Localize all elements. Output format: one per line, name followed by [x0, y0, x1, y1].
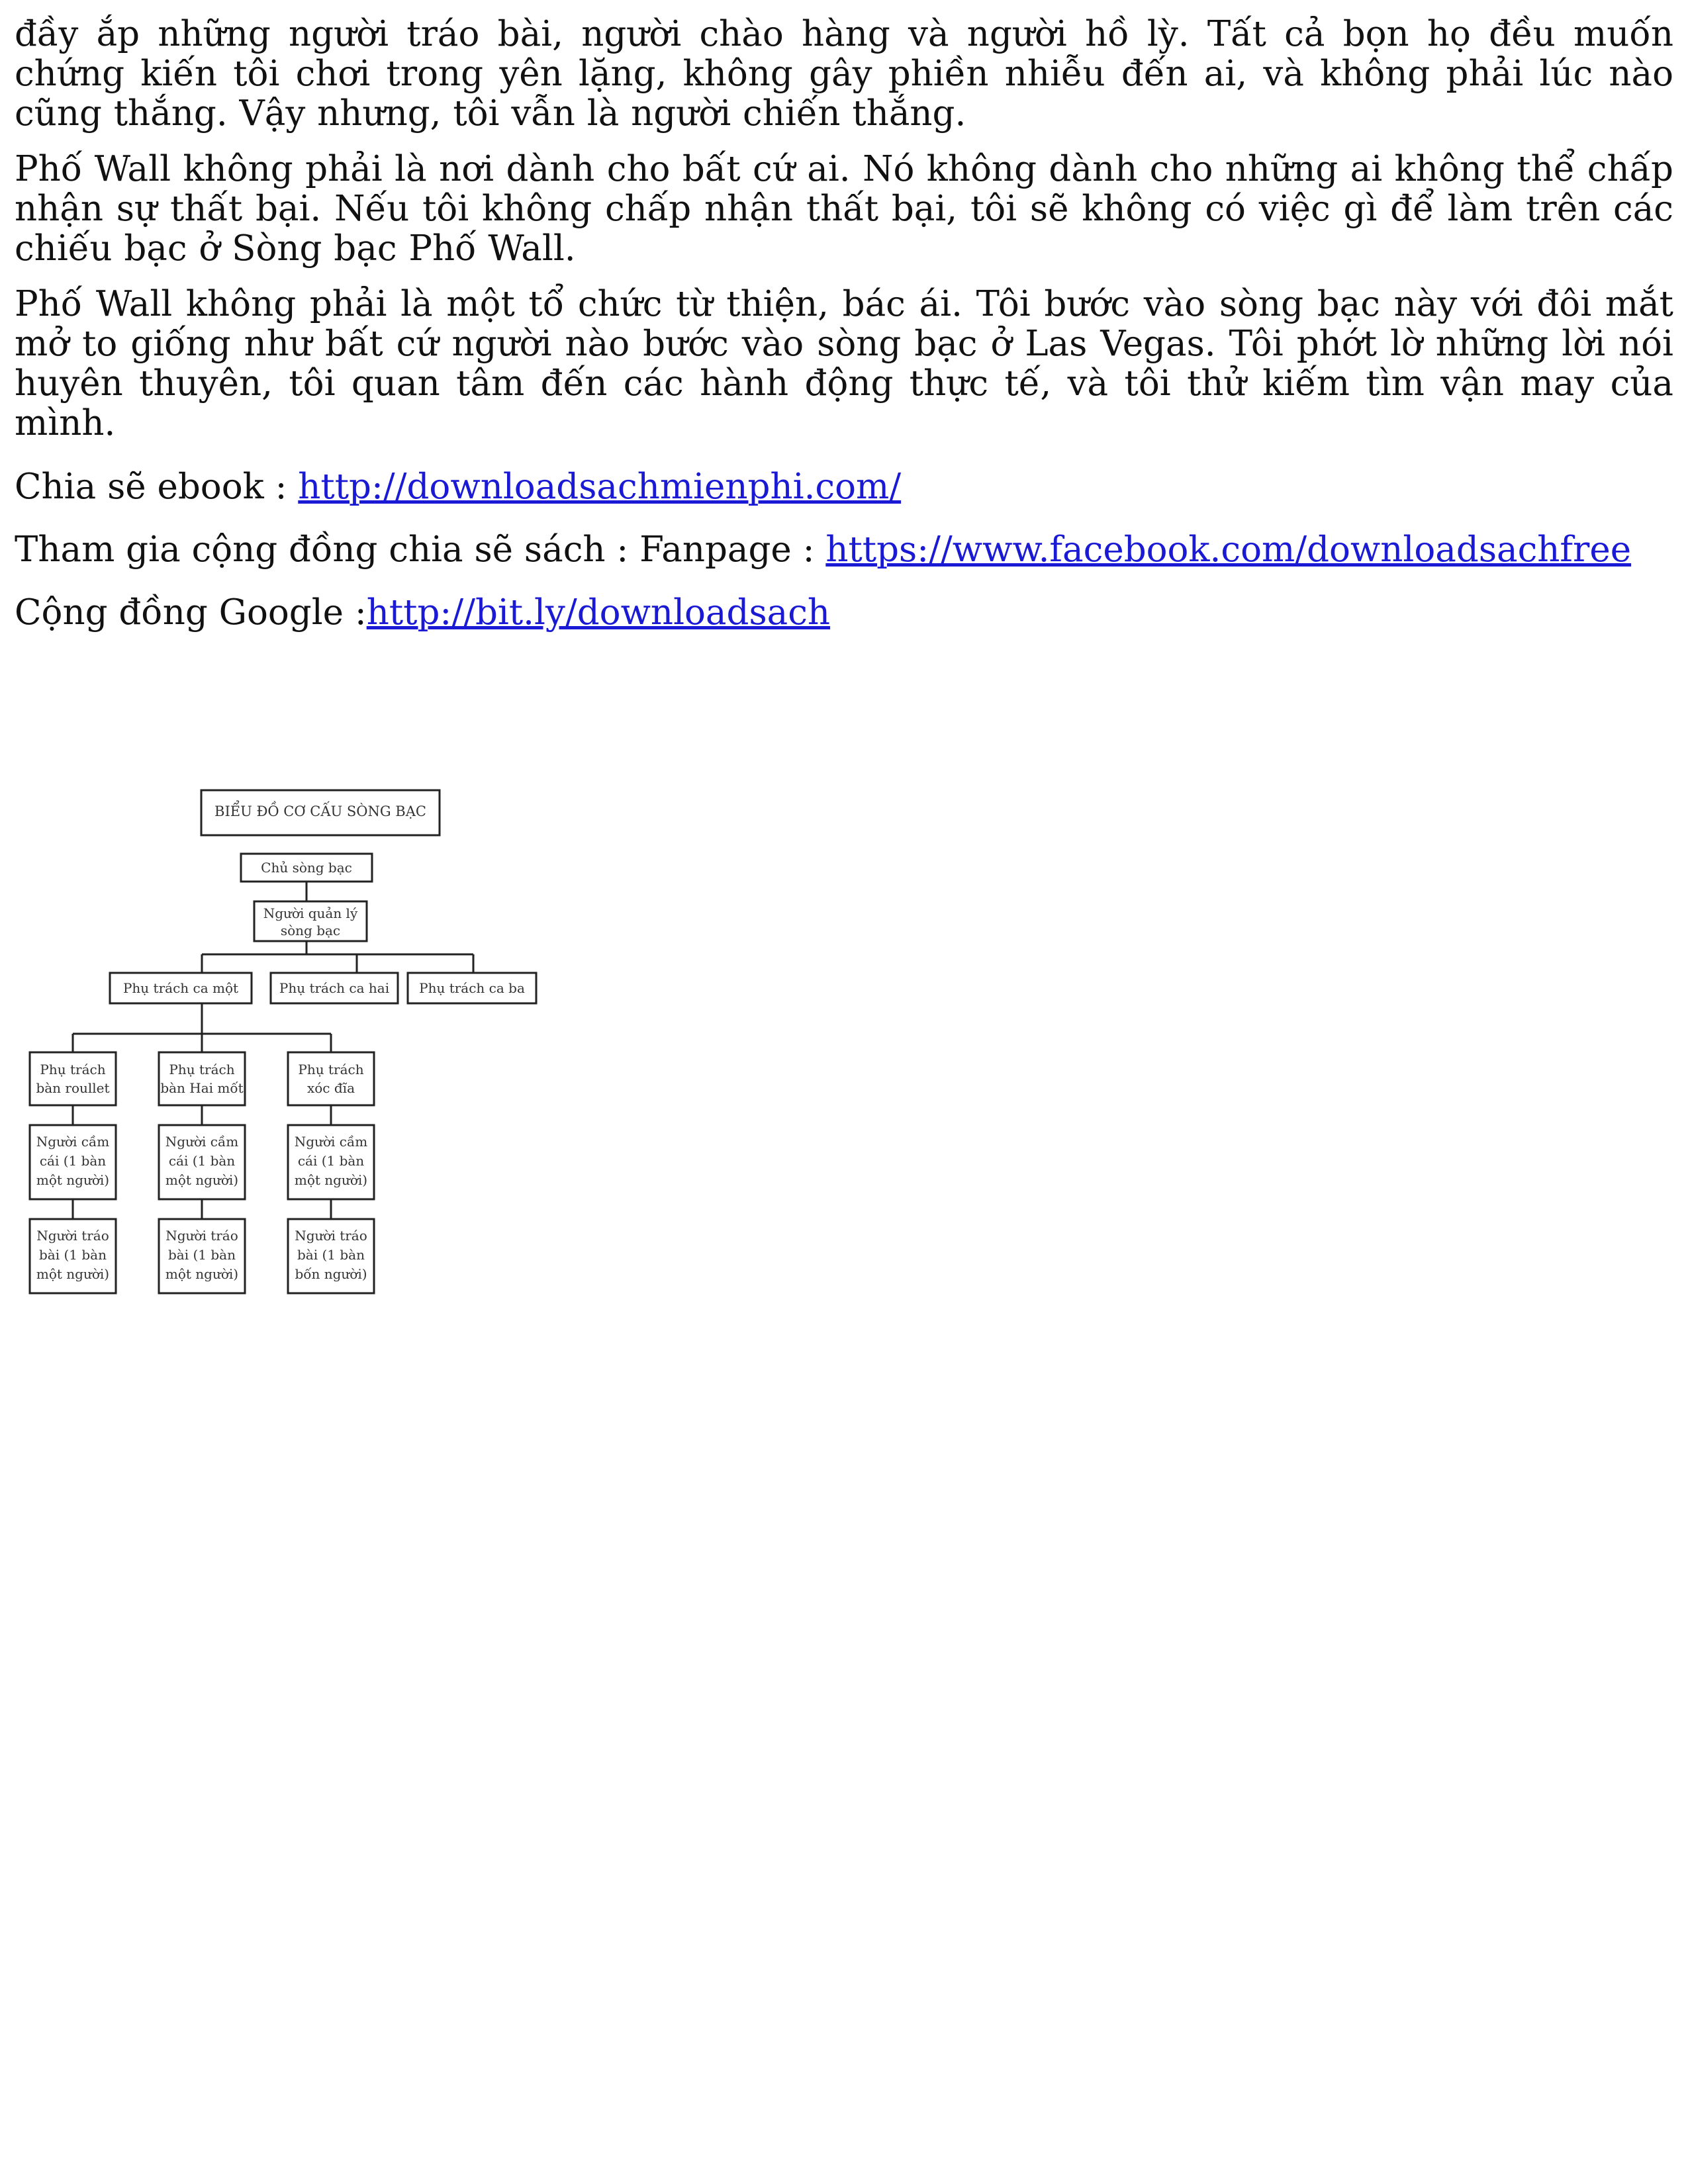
shuffler-line: bài (1 bàn	[168, 1247, 236, 1263]
shuffler-node: Người tráo bài (1 bàn bốn người)	[287, 1218, 375, 1295]
shuffler-line: bài (1 bàn	[39, 1247, 107, 1263]
google-community-label: Cộng đồng Google :	[15, 592, 367, 633]
dealer-line: cái (1 bàn	[40, 1153, 106, 1169]
dealer-line: Người cầm	[36, 1134, 109, 1150]
google-community-link[interactable]: http://bit.ly/downloadsach	[367, 592, 830, 633]
shift-label: Phụ trách ca hai	[279, 980, 389, 996]
shuffler-line: Người tráo	[295, 1228, 367, 1244]
dealer-line: cái (1 bàn	[298, 1153, 364, 1169]
table-supervisor-line: xóc đĩa	[307, 1080, 355, 1096]
dealer-line: một người)	[295, 1172, 367, 1188]
org-chart-title-box: BIỂU ĐỒ CƠ CẤU SÒNG BẠC	[200, 789, 441, 837]
dealer-node: Người cầm cái (1 bàn một người)	[158, 1124, 246, 1201]
dealer-line: một người)	[165, 1172, 238, 1188]
ebook-site-link[interactable]: http://downloadsachmienphi.com/	[298, 467, 901, 507]
share-links: Chia sẽ ebook : http://downloadsachmienp…	[15, 467, 1673, 633]
shuffler-node: Người tráo bài (1 bàn một người)	[158, 1218, 246, 1295]
google-community-line: Cộng đồng Google :http://bit.ly/download…	[15, 593, 1673, 633]
table-supervisor-line: bàn roullet	[36, 1080, 109, 1096]
facebook-fanpage-link[interactable]: https://www.facebook.com/downloadsachfre…	[825, 529, 1631, 570]
dealer-line: Người cầm	[165, 1134, 238, 1150]
shift-label: Phụ trách ca một	[123, 980, 238, 996]
manager-node: Người quản lý sòng bạc	[253, 900, 368, 942]
fanpage-line: Tham gia cộng đồng chia sẽ sách : Fanpag…	[15, 530, 1673, 570]
dealer-line: một người)	[36, 1172, 109, 1188]
org-chart: BIỂU ĐỒ CƠ CẤU SÒNG BẠC Chủ sòng bạc Ngư…	[26, 781, 549, 1310]
ebook-share-label: Chia sẽ ebook :	[15, 467, 299, 507]
shuffler-line: bài (1 bàn	[297, 1247, 365, 1263]
shift-node: Phụ trách ca một	[109, 972, 253, 1005]
paragraph: đầy ắp những người tráo bài, người chào …	[15, 14, 1673, 134]
manager-label-line: Người quản lý	[263, 905, 358, 921]
shift-label: Phụ trách ca ba	[419, 980, 525, 996]
table-supervisor-node: Phụ trách bàn Hai mốt	[158, 1051, 246, 1107]
org-chart-title: BIỂU ĐỒ CƠ CẤU SÒNG BẠC	[214, 801, 426, 819]
table-supervisor-line: Phụ trách	[298, 1062, 363, 1077]
document-page: đầy ắp những người tráo bài, người chào …	[15, 15, 1673, 656]
shift-node: Phụ trách ca hai	[269, 972, 399, 1005]
shuffler-line: một người)	[165, 1266, 238, 1282]
owner-label: Chủ sòng bạc	[261, 860, 352, 876]
fanpage-label: Tham gia cộng đồng chia sẽ sách : Fanpag…	[15, 529, 826, 570]
table-supervisor-node: Phụ trách bàn roullet	[28, 1051, 117, 1107]
paragraph: Phố Wall không phải là nơi dành cho bất …	[15, 149, 1673, 269]
table-supervisor-node: Phụ trách xóc đĩa	[287, 1051, 375, 1107]
table-supervisor-line: bàn Hai mốt	[160, 1080, 243, 1096]
shuffler-line: Người tráo	[165, 1228, 238, 1244]
dealer-node: Người cầm cái (1 bàn một người)	[287, 1124, 375, 1201]
paragraph: Phố Wall không phải là một tổ chức từ th…	[15, 284, 1673, 443]
manager-label-line: sòng bạc	[281, 923, 340, 938]
shuffler-line: Người tráo	[36, 1228, 109, 1244]
table-supervisor-line: Phụ trách	[40, 1062, 105, 1077]
shuffler-line: một người)	[36, 1266, 109, 1282]
ebook-share-line: Chia sẽ ebook : http://downloadsachmienp…	[15, 467, 1673, 507]
owner-node: Chủ sòng bạc	[240, 852, 373, 883]
shift-node: Phụ trách ca ba	[406, 972, 538, 1005]
dealer-node: Người cầm cái (1 bàn một người)	[28, 1124, 117, 1201]
org-chart-svg: BIỂU ĐỒ CƠ CẤU SÒNG BẠC Chủ sòng bạc Ngư…	[28, 789, 538, 1295]
dealer-line: cái (1 bàn	[169, 1153, 235, 1169]
dealer-line: Người cầm	[295, 1134, 367, 1150]
table-supervisor-line: Phụ trách	[169, 1062, 234, 1077]
shuffler-line: bốn người)	[295, 1266, 367, 1282]
shuffler-node: Người tráo bài (1 bàn một người)	[28, 1218, 117, 1295]
